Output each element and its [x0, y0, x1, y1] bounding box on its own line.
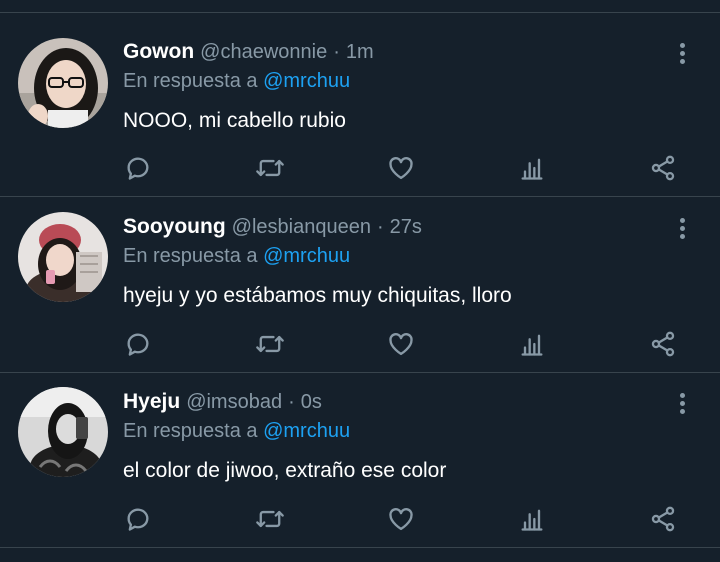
bottom-divider — [0, 547, 720, 548]
more-options-icon[interactable] — [672, 40, 694, 80]
reply-context: En respuesta a @mrchuu — [123, 245, 350, 268]
avatar[interactable] — [18, 38, 108, 128]
display-name[interactable]: Hyeju — [123, 390, 180, 414]
reply-context: En respuesta a @mrchuu — [123, 420, 350, 443]
reply-prefix: En respuesta a — [123, 245, 258, 267]
timestamp[interactable]: 1m — [346, 41, 374, 64]
username[interactable]: @lesbianqueen — [232, 216, 371, 239]
tweet-actions — [0, 499, 720, 539]
share-icon[interactable] — [643, 499, 683, 539]
avatar[interactable] — [18, 387, 108, 477]
reply-prefix: En respuesta a — [123, 420, 258, 442]
avatar-photo — [18, 387, 108, 477]
reply-context: En respuesta a @mrchuu — [123, 70, 350, 93]
retweet-icon[interactable] — [250, 148, 290, 188]
tweet[interactable]: Gowon @chaewonnie · 1m En respuesta a @m… — [0, 22, 720, 196]
retweet-icon[interactable] — [250, 499, 290, 539]
more-options-icon[interactable] — [672, 390, 694, 430]
tweet[interactable]: Hyeju @imsobad · 0s En respuesta a @mrch… — [0, 372, 720, 546]
analytics-icon[interactable] — [512, 324, 552, 364]
analytics-icon[interactable] — [512, 499, 552, 539]
avatar-photo — [18, 38, 108, 128]
separator-dot: · — [288, 391, 295, 413]
reply-icon[interactable] — [118, 148, 158, 188]
tweet-header: Hyeju @imsobad · 0s — [123, 390, 322, 420]
timestamp[interactable]: 27s — [390, 216, 422, 239]
like-icon[interactable] — [381, 499, 421, 539]
reply-icon[interactable] — [118, 499, 158, 539]
tweet-actions — [0, 324, 720, 364]
reply-mention[interactable]: @mrchuu — [263, 70, 350, 92]
reply-mention[interactable]: @mrchuu — [263, 245, 350, 267]
like-icon[interactable] — [381, 148, 421, 188]
share-icon[interactable] — [643, 324, 683, 364]
timestamp[interactable]: 0s — [301, 391, 322, 414]
tweet-header: Gowon @chaewonnie · 1m — [123, 40, 374, 70]
tweet-text: NOOO, mi cabello rubio — [123, 109, 346, 132]
more-options-icon[interactable] — [672, 215, 694, 255]
retweet-icon[interactable] — [250, 324, 290, 364]
username[interactable]: @imsobad — [186, 391, 282, 414]
username[interactable]: @chaewonnie — [200, 41, 327, 64]
analytics-icon[interactable] — [512, 148, 552, 188]
display-name[interactable]: Sooyoung — [123, 215, 226, 239]
tweet-text: hyeju y yo estábamos muy chiquitas, llor… — [123, 284, 512, 307]
separator-dot: · — [376, 216, 384, 238]
reply-mention[interactable]: @mrchuu — [263, 420, 350, 442]
separator-dot: · — [333, 41, 340, 63]
avatar[interactable] — [18, 212, 108, 302]
like-icon[interactable] — [381, 324, 421, 364]
tweet-header: Sooyoung @lesbianqueen · 27s — [123, 215, 422, 245]
tweet-text: el color de jiwoo, extraño ese color — [123, 459, 447, 482]
reply-icon[interactable] — [118, 324, 158, 364]
top-divider — [0, 12, 720, 13]
reply-prefix: En respuesta a — [123, 70, 258, 92]
avatar-photo — [18, 212, 108, 302]
display-name[interactable]: Gowon — [123, 40, 194, 64]
share-icon[interactable] — [643, 148, 683, 188]
tweet[interactable]: Sooyoung @lesbianqueen · 27s En respuest… — [0, 197, 720, 371]
tweet-actions — [0, 148, 720, 188]
